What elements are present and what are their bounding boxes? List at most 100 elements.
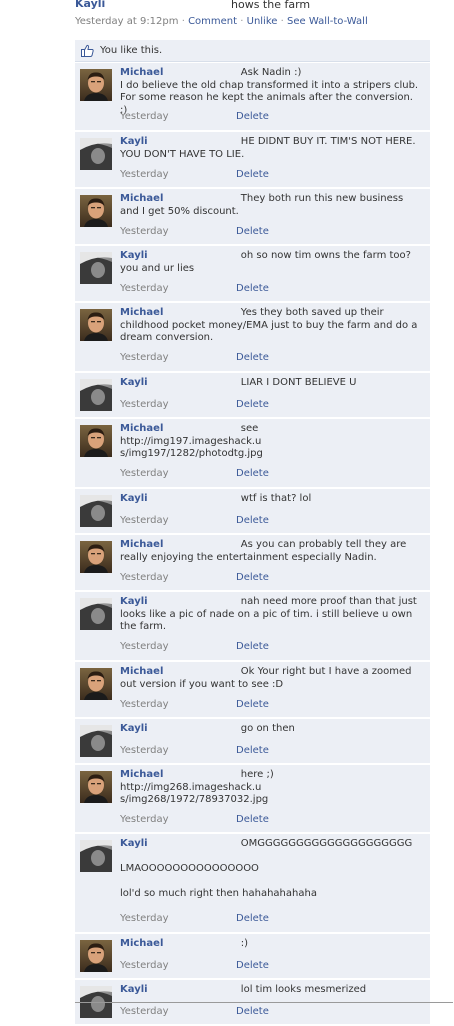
- comment-timestamp: Yesterday: [120, 960, 169, 971]
- comment-author-link[interactable]: Michael: [120, 193, 163, 204]
- comment-timestamp: Yesterday: [120, 572, 169, 583]
- comment-item: HE DIDNT BUY IT. TIM'S NOT HERE. YOU DON…: [75, 132, 430, 188]
- comment-text: LIAR I DONT BELIEVE U: [120, 377, 357, 388]
- avatar-kayli[interactable]: [80, 495, 112, 527]
- delete-link[interactable]: Delete: [236, 572, 269, 583]
- comment-text: see http://img197.imageshack.u s/img197/…: [120, 423, 263, 460]
- comment-author-link[interactable]: Michael: [120, 769, 163, 780]
- delete-link[interactable]: Delete: [236, 515, 269, 526]
- delete-link[interactable]: Delete: [236, 169, 269, 180]
- avatar-kayli[interactable]: [80, 840, 112, 872]
- comment-author-link[interactable]: Kayli: [120, 838, 148, 849]
- delete-link[interactable]: Delete: [236, 226, 269, 237]
- post-author-link[interactable]: Kayli: [75, 0, 105, 10]
- comment-timestamp: Yesterday: [120, 399, 169, 410]
- delete-link[interactable]: Delete: [236, 699, 269, 710]
- wall-to-wall-link[interactable]: See Wall-to-Wall: [287, 16, 368, 27]
- comment-author-link[interactable]: Michael: [120, 666, 163, 677]
- avatar-kayli[interactable]: [80, 379, 112, 411]
- unlike-link[interactable]: Unlike: [247, 16, 278, 27]
- comment-author-link[interactable]: Kayli: [120, 984, 148, 995]
- avatar-michael[interactable]: [80, 771, 112, 803]
- comment-text: Ask Nadin :) I do believe the old chap t…: [120, 67, 419, 116]
- comment-item: OMGGGGGGGGGGGGGGGGGGGG LMAOOOOOOOOOOOOOO…: [75, 834, 430, 933]
- comment-item: nah need more proof than that just looks…: [75, 592, 430, 661]
- comment-text: wtf is that? lol: [120, 493, 312, 504]
- comment-item: here ;) http://img268.imageshack.u s/img…: [75, 765, 430, 833]
- post-timestamp: Yesterday at 9:12pm: [75, 16, 179, 27]
- delete-link[interactable]: Delete: [236, 745, 269, 756]
- delete-link[interactable]: Delete: [236, 468, 269, 479]
- separator: ·: [280, 16, 284, 27]
- comment-link[interactable]: Comment: [188, 16, 237, 27]
- comment-text: here ;) http://img268.imageshack.u s/img…: [120, 769, 274, 806]
- comment-item: wtf is that? lol Kayli Yesterday Delete: [75, 489, 430, 534]
- avatar-kayli[interactable]: [80, 138, 112, 170]
- comment-author-link[interactable]: Kayli: [120, 250, 148, 261]
- comment-text: They both run this new business and I ge…: [120, 193, 407, 217]
- comment-timestamp: Yesterday: [120, 468, 169, 479]
- comment-author-link[interactable]: Kayli: [120, 723, 148, 734]
- comment-author-link[interactable]: Michael: [120, 67, 163, 78]
- comment-author-link[interactable]: Kayli: [120, 596, 148, 607]
- like-text: You like this.: [100, 45, 163, 56]
- delete-link[interactable]: Delete: [236, 641, 269, 652]
- avatar-kayli[interactable]: [80, 598, 112, 630]
- comment-text: go on then: [120, 723, 295, 734]
- comment-timestamp: Yesterday: [120, 283, 169, 294]
- delete-link[interactable]: Delete: [236, 960, 269, 971]
- comment-text: As you can probably tell they are really…: [120, 539, 410, 563]
- comment-text: Yes they both saved up their childhood p…: [120, 307, 421, 344]
- delete-link[interactable]: Delete: [236, 111, 269, 122]
- avatar-kayli[interactable]: [80, 252, 112, 284]
- avatar-michael[interactable]: [80, 940, 112, 972]
- comment-item: Yes they both saved up their childhood p…: [75, 303, 430, 372]
- comment-item: go on then Kayli Yesterday Delete: [75, 719, 430, 764]
- comment-item: As you can probably tell they are really…: [75, 535, 430, 591]
- comment-item: LIAR I DONT BELIEVE U Kayli Yesterday Delet…: [75, 373, 430, 418]
- thumbs-up-icon: [81, 44, 94, 57]
- comment-author-link[interactable]: Michael: [120, 307, 163, 318]
- delete-link[interactable]: Delete: [236, 399, 269, 410]
- avatar-michael[interactable]: [80, 425, 112, 457]
- comment-author-link[interactable]: Michael: [120, 938, 163, 949]
- comment-timestamp: Yesterday: [120, 699, 169, 710]
- comment-item: :) Michael Yesterday Delete: [75, 934, 430, 979]
- comment-item: oh so now tim owns the farm too? you and…: [75, 246, 430, 302]
- comment-timestamp: Yesterday: [120, 352, 169, 363]
- divider: [75, 1002, 453, 1003]
- comment-text: :): [120, 938, 249, 949]
- comment-timestamp: Yesterday: [120, 814, 169, 825]
- comment-author-link[interactable]: Kayli: [120, 136, 148, 147]
- comment-item: They both run this new business and I ge…: [75, 189, 430, 245]
- avatar-michael[interactable]: [80, 195, 112, 227]
- comment-text: Ok Your right but I have a zoomed out ve…: [120, 666, 415, 690]
- comment-item: Ask Nadin :) I do believe the old chap t…: [75, 63, 430, 131]
- comment-author-link[interactable]: Kayli: [120, 377, 148, 388]
- comment-author-link[interactable]: Michael: [120, 423, 163, 434]
- comment-author-link[interactable]: Kayli: [120, 493, 148, 504]
- avatar-michael[interactable]: [80, 668, 112, 700]
- comment-item: see http://img197.imageshack.u s/img197/…: [75, 419, 430, 488]
- delete-link[interactable]: Delete: [236, 814, 269, 825]
- comment-author-link[interactable]: Michael: [120, 539, 163, 550]
- comment-item: Ok Your right but I have a zoomed out ve…: [75, 662, 430, 718]
- separator: ·: [240, 16, 244, 27]
- avatar-michael[interactable]: [80, 69, 112, 101]
- comment-timestamp: Yesterday: [120, 1006, 169, 1017]
- comment-timestamp: Yesterday: [120, 913, 169, 924]
- comment-text: lol tim looks mesmerized: [120, 984, 367, 995]
- comment-text: HE DIDNT BUY IT. TIM'S NOT HERE. YOU DON…: [120, 136, 419, 160]
- post-header: Kayli hows the farm Yesterday at 9:12pm …: [75, 0, 435, 36]
- delete-link[interactable]: Delete: [236, 1006, 269, 1017]
- comment-text: nah need more proof than that just looks…: [120, 596, 421, 633]
- delete-link[interactable]: Delete: [236, 352, 269, 363]
- avatar-michael[interactable]: [80, 541, 112, 573]
- comment-timestamp: Yesterday: [120, 226, 169, 237]
- comment-timestamp: Yesterday: [120, 641, 169, 652]
- delete-link[interactable]: Delete: [236, 913, 269, 924]
- post-meta: Yesterday at 9:12pm · Comment · Unlike ·…: [75, 16, 368, 27]
- avatar-michael[interactable]: [80, 309, 112, 341]
- avatar-kayli[interactable]: [80, 725, 112, 757]
- delete-link[interactable]: Delete: [236, 283, 269, 294]
